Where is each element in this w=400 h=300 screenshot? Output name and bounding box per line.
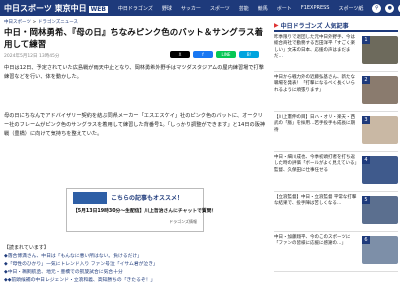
- site-logo[interactable]: 中日スポーツ 東京中日 WEB: [4, 3, 108, 14]
- promo-banner[interactable]: こちらの記事もオススメ！ 【5月13日19時30分～生配信】川上哲治さんにチャッ…: [66, 188, 216, 232]
- search-icon[interactable]: ⚲: [372, 3, 382, 13]
- ranking-number: 6: [362, 236, 370, 244]
- related-articles: 【読まれています】 ◆落合博満さん、中日は「もんなに悪い所はない。負けるだけ」 …: [4, 244, 266, 285]
- user-icon[interactable]: ●: [385, 3, 395, 13]
- ranking-item[interactable]: 中日から戦力外の近藤弘基さん、新たな職場を発表！「打撃になるべく長くいられるよう…: [274, 72, 398, 112]
- related-heading: 【読まれています】: [4, 245, 49, 251]
- article-paragraph: 母の日にちなんでアドバイザリー契約を結ぶ同県メーカー「エスエスケイ」社のピンク色…: [4, 113, 266, 137]
- breadcrumb-section[interactable]: ドラゴンズニュース: [38, 20, 78, 25]
- share-hatena-button[interactable]: B!: [239, 51, 259, 58]
- ranking-text: 昨季限りで退団した元中日外野手、今は総合商社で勤務する吉田洋平「すごく楽しい」文…: [274, 35, 355, 60]
- main-nav: 中日ドラゴンズ 野球 サッカー スポーツ 芸能 競馬 ボート F1EXPRESS…: [118, 5, 372, 12]
- promo-subtitle: 【5月13日19時30分～生配信】川上哲治さんにチャットで質問！: [73, 209, 217, 214]
- nav-item-dragons[interactable]: 中日ドラゴンズ: [118, 5, 153, 12]
- breadcrumb-home[interactable]: 中日スポーツ: [4, 20, 31, 25]
- ranking-number: 2: [362, 76, 370, 84]
- ranking-item[interactable]: 昨季限りで退団した元中日外野手、今は総合商社で勤務する吉田洋平「すごく楽しい」文…: [274, 32, 398, 72]
- ranking-text: 中日・細川成也、今季初頭打者を打ち返した時の評価「ボールがよく見えている」監督、…: [274, 155, 357, 173]
- article-timestamp: 2024年5月12日 13時45分: [4, 54, 60, 59]
- promo-thumbnail: [73, 192, 107, 204]
- article-paragraph: 中日は12日、予定されていた広島戦が雨天中止となり、岡林勇希外野手はマツダスタジ…: [4, 65, 264, 80]
- related-link[interactable]: ◆落合博満さん、中日は「もんなに悪い所はない。負けるだけ」: [4, 253, 266, 261]
- triangle-icon: ▶: [274, 21, 279, 29]
- nav-item-sports[interactable]: スポーツ: [210, 5, 230, 12]
- promo-title: こちらの記事もオススメ！: [111, 195, 184, 202]
- nav-item-entertainment[interactable]: 芸能: [239, 5, 249, 12]
- related-link[interactable]: ◆◆前頭候補の中日レジェンド・立浪和義、高知勝ちの「きたるぞ！」: [4, 277, 266, 285]
- share-x-button[interactable]: X: [170, 51, 190, 58]
- nav-item-boat[interactable]: ボート: [277, 5, 292, 12]
- logo-badge: WEB: [88, 5, 108, 13]
- ranking-heading: ▶ 中日ドラゴンズ 人気記事: [274, 20, 398, 32]
- ranking-sidebar: ▶ 中日ドラゴンズ 人気記事 昨季限りで退団した元中日外野手、今は総合商社で勤務す…: [274, 20, 398, 272]
- breadcrumb-separator: >: [30, 20, 38, 25]
- related-link[interactable]: ◆「母性のひかり」一気にトレンド入り ファン号泣「イサム君が泣き」: [4, 261, 266, 269]
- share-line-button[interactable]: LINE: [216, 51, 236, 58]
- related-link[interactable]: ◆中日・鵜飼航丞、地元・豊橋での凱旋試合に気合十分: [4, 269, 266, 277]
- promo-brand: ドラゴンズ情報: [169, 219, 197, 224]
- share-facebook-button[interactable]: f: [193, 51, 213, 58]
- ranking-text: 中日・加藤翔平、今のこのスポーツに「ファンの皆様に応援に感謝の…」: [274, 235, 351, 247]
- ranking-number: 5: [362, 196, 370, 204]
- nav-item-f1express[interactable]: F1EXPRESS: [301, 5, 330, 12]
- ranking-item[interactable]: 【立浪監督】中日・立浪監督 平常な打撃な結果で、投手陣は苦しくなる… 5: [274, 192, 398, 232]
- article-title: 中日・岡林勇希、『母の日』ちなみピンク色のバット＆サングラス着用して練習: [4, 28, 264, 50]
- ranking-number: 3: [362, 116, 370, 124]
- ranking-item[interactable]: 中日・加藤翔平、今のこのスポーツに「ファンの皆様に応援に感謝の…」 6: [274, 232, 398, 272]
- ranking-item[interactable]: 中日・細川成也、今季初頭打者を打ち返した時の評価「ボールがよく見えている」監督、…: [274, 152, 398, 192]
- site-header: 中日スポーツ 東京中日 WEB 中日ドラゴンズ 野球 サッカー スポーツ 芸能 競…: [0, 0, 400, 16]
- ranking-text: 中日から戦力外の近藤弘基さん、新たな職場を発表！「打撃になるべく長くいられるよう…: [274, 75, 355, 93]
- ranking-title: 中日ドラゴンズ 人気記事: [280, 22, 349, 30]
- nav-item-keiba[interactable]: 競馬: [258, 5, 268, 12]
- header-icons: ⚲ ● ☰: [372, 3, 400, 13]
- share-buttons: X f LINE B!: [170, 51, 259, 58]
- nav-item-soccer[interactable]: サッカー: [181, 5, 201, 12]
- ranking-text: 【川上憲伸の目】日ハ・オリ・楽天・西武の「脈」を採用…若手投手も成長に期待: [274, 115, 355, 133]
- breadcrumb: 中日スポーツ > ドラゴンズニュース: [4, 19, 78, 25]
- ranking-number: 4: [362, 156, 370, 164]
- logo-text: 中日スポーツ 東京中日: [4, 3, 87, 13]
- ranking-item[interactable]: 【川上憲伸の目】日ハ・オリ・楽天・西武の「脈」を採用…若手投手も成長に期待 3: [274, 112, 398, 152]
- nav-item-paper[interactable]: スポーツ紙: [338, 5, 363, 12]
- nav-item-baseball[interactable]: 野球: [162, 5, 172, 12]
- ranking-number: 1: [362, 36, 370, 44]
- ranking-text: 【立浪監督】中日・立浪監督 平常な打撃な結果で、投手陣は苦しくなる…: [274, 195, 357, 207]
